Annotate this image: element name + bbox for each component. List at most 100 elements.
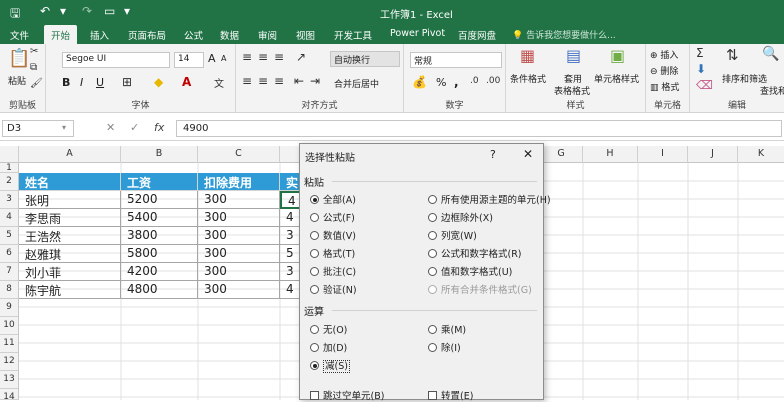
column-header-k[interactable]: K <box>738 146 784 163</box>
cell-c5[interactable]: 300 <box>198 227 280 245</box>
radio-paste-comments[interactable]: 批注(C) <box>310 264 356 278</box>
insert-cells-button[interactable]: ⊕ 插入 <box>650 48 678 61</box>
select-all-corner[interactable] <box>0 146 19 163</box>
column-header-c[interactable]: C <box>198 146 280 163</box>
cell-c3[interactable]: 300 <box>198 191 280 209</box>
radio-paste-merge-conditional[interactable]: 所有合并条件格式(G) <box>428 282 532 296</box>
border-icon[interactable]: ⊞ <box>122 75 132 89</box>
tab-page-layout[interactable]: 页面布局 <box>128 28 166 42</box>
radio-paste-except-borders[interactable]: 边框除外(X) <box>428 210 493 224</box>
cancel-icon[interactable]: ✕ <box>106 121 115 134</box>
column-header-h[interactable]: H <box>583 146 638 163</box>
row-header-11[interactable]: 11 <box>0 335 19 353</box>
radio-operation-none[interactable]: 无(O) <box>310 322 347 336</box>
italic-button[interactable]: I <box>80 76 83 89</box>
conditional-format-button[interactable]: 条件格式 <box>510 72 546 85</box>
cell-b6[interactable]: 5800 <box>121 245 198 263</box>
row-header-8[interactable]: 8 <box>0 281 19 299</box>
tab-data[interactable]: 数据 <box>220 28 239 42</box>
copy-icon[interactable]: ⧉ <box>30 62 37 73</box>
tab-insert[interactable]: 插入 <box>90 28 109 42</box>
row-header-14[interactable]: 14 <box>0 389 19 402</box>
phonetic-icon[interactable]: 文 <box>214 75 224 90</box>
decrease-indent-icon[interactable]: ⇤ <box>294 74 304 88</box>
row-header-10[interactable]: 10 <box>0 317 19 335</box>
tab-baidu-netdisk[interactable]: 百度网盘 <box>458 28 496 42</box>
fill-color-icon[interactable]: ◆ <box>154 75 163 89</box>
cell-c6[interactable]: 300 <box>198 245 280 263</box>
cell-b4[interactable]: 5400 <box>121 209 198 227</box>
radio-operation-multiply[interactable]: 乘(M) <box>428 322 466 336</box>
font-color-icon[interactable]: A <box>182 75 191 89</box>
radio-paste-values-numbers[interactable]: 值和数字格式(U) <box>428 264 512 278</box>
font-name-select[interactable]: Segoe UI <box>62 52 170 68</box>
accounting-format-icon[interactable]: 💰 <box>412 75 427 89</box>
column-header-g[interactable]: G <box>540 146 583 163</box>
format-as-table-button-line2[interactable]: 表格格式 <box>554 84 590 97</box>
comma-button[interactable]: , <box>454 75 459 89</box>
radio-paste-formats[interactable]: 格式(T) <box>310 246 355 260</box>
format-painter-icon[interactable]: 🖌 <box>30 78 43 89</box>
percent-button[interactable]: % <box>436 76 446 89</box>
column-header-i[interactable]: I <box>638 146 688 163</box>
tab-power-pivot[interactable]: Power Pivot <box>390 28 445 39</box>
increase-decimal-icon[interactable]: .0 <box>470 76 479 86</box>
align-bottom-icon[interactable]: ≡ <box>274 50 284 64</box>
undo-icon[interactable]: ↶ <box>40 4 50 18</box>
radio-paste-formulas-numbers[interactable]: 公式和数字格式(R) <box>428 246 522 260</box>
row-header-2[interactable]: 2 <box>0 173 19 191</box>
align-left-icon[interactable]: ≡ <box>242 74 252 88</box>
row-header-1[interactable]: 1 <box>0 163 19 173</box>
row-header-6[interactable]: 6 <box>0 245 19 263</box>
fill-icon[interactable]: ⬇ <box>696 62 706 76</box>
sort-filter-icon[interactable]: ⇅ <box>726 46 739 64</box>
cell-c8[interactable]: 300 <box>198 281 280 299</box>
column-header-a[interactable]: A <box>19 146 121 163</box>
find-select-button[interactable]: 查找和选 <box>760 84 784 97</box>
cell-a6[interactable]: 赵雅琪 <box>19 245 121 263</box>
formula-input[interactable]: 4900 <box>176 120 782 137</box>
cell-b8[interactable]: 4800 <box>121 281 198 299</box>
clear-icon[interactable]: ⌫ <box>696 78 713 92</box>
column-header-j[interactable]: J <box>688 146 738 163</box>
radio-paste-all[interactable]: 全部(A) <box>310 192 356 206</box>
tab-formulas[interactable]: 公式 <box>184 28 203 42</box>
radio-operation-divide[interactable]: 除(I) <box>428 340 461 354</box>
cell-a3[interactable]: 张明 <box>19 191 121 209</box>
name-box-dropdown-icon[interactable]: ▾ <box>62 123 66 132</box>
row-header-3[interactable]: 3 <box>0 191 19 209</box>
cell-c4[interactable]: 300 <box>198 209 280 227</box>
enter-icon[interactable]: ✓ <box>130 121 139 134</box>
row-header-9[interactable]: 9 <box>0 299 19 317</box>
dialog-help-button[interactable]: ? <box>490 148 496 161</box>
cell-a7[interactable]: 刘小菲 <box>19 263 121 281</box>
row-header-13[interactable]: 13 <box>0 371 19 389</box>
radio-paste-validation[interactable]: 验证(N) <box>310 282 357 296</box>
merge-center-button[interactable]: 合并后居中 <box>334 77 379 90</box>
paste-button[interactable]: 粘贴 <box>8 74 26 87</box>
radio-operation-add[interactable]: 加(D) <box>310 340 347 354</box>
format-cells-button[interactable]: ▥ 格式 <box>650 80 679 93</box>
radio-paste-formulas[interactable]: 公式(F) <box>310 210 355 224</box>
tab-home[interactable]: 开始 <box>44 25 78 44</box>
cell-a4[interactable]: 李思雨 <box>19 209 121 227</box>
cut-icon[interactable]: ✂ <box>30 46 38 57</box>
align-middle-icon[interactable]: ≡ <box>258 50 268 64</box>
save-icon[interactable]: 🖫 <box>10 4 20 25</box>
orientation-icon[interactable]: ↗ <box>296 50 306 64</box>
find-select-icon[interactable]: 🔍 <box>762 46 779 62</box>
decrease-decimal-icon[interactable]: .00 <box>486 76 500 86</box>
cell-b2[interactable]: 工资 <box>121 173 198 191</box>
shrink-font-button[interactable]: A <box>221 54 226 63</box>
align-right-icon[interactable]: ≡ <box>274 74 284 88</box>
delete-cells-button[interactable]: ⊖ 删除 <box>650 64 678 77</box>
cell-a2[interactable]: 姓名 <box>19 173 121 191</box>
underline-button[interactable]: U <box>96 76 104 89</box>
autosum-icon[interactable]: Σ <box>696 46 704 60</box>
cell-styles-icon[interactable]: ▣ <box>610 46 625 65</box>
undo-dropdown-icon[interactable]: ▾ <box>60 4 66 18</box>
radio-paste-column-widths[interactable]: 列宽(W) <box>428 228 477 242</box>
conditional-format-icon[interactable]: ▦ <box>520 46 535 65</box>
row-header-5[interactable]: 5 <box>0 227 19 245</box>
radio-paste-source-theme[interactable]: 所有使用源主题的单元(H) <box>428 192 551 206</box>
